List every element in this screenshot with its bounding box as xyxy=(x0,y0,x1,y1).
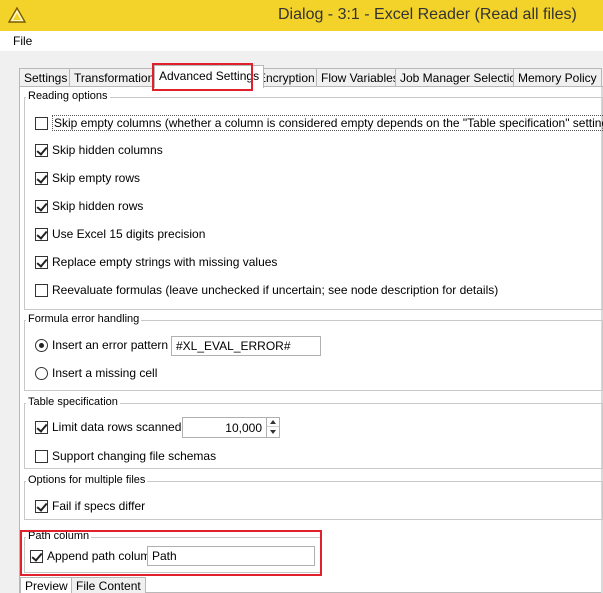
arrow-down-icon xyxy=(270,429,276,434)
limit-rows-spinner[interactable] xyxy=(182,417,280,438)
skip-empty-rows-label: Skip empty rows xyxy=(52,171,141,185)
arrow-up-icon xyxy=(270,420,276,424)
multiple-files-title: Options for multiple files xyxy=(26,474,148,486)
fail-if-specs-differ-label: Fail if specs differ xyxy=(52,499,146,513)
limit-rows-option[interactable]: Limit data rows scanned xyxy=(35,420,181,434)
excel-precision-option[interactable]: Use Excel 15 digits precision xyxy=(35,227,205,241)
path-column-title: Path column xyxy=(26,530,92,542)
fail-if-specs-differ-checkbox[interactable] xyxy=(35,499,48,513)
tab-settings[interactable]: Settings xyxy=(19,68,73,87)
skip-empty-rows-checkbox[interactable] xyxy=(35,171,48,185)
tab-job-manager-selection[interactable]: Job Manager Selection xyxy=(395,68,528,87)
reading-options-title: Reading options xyxy=(26,90,110,102)
support-changing-schemas-option[interactable]: Support changing file schemas xyxy=(35,449,216,463)
limit-rows-label: Limit data rows scanned xyxy=(52,420,182,434)
skip-hidden-columns-option[interactable]: Skip hidden columns xyxy=(35,143,163,157)
reevaluate-formulas-label: Reevaluate formulas (leave unchecked if … xyxy=(52,283,499,297)
replace-empty-strings-label: Replace empty strings with missing value… xyxy=(52,255,278,269)
append-path-column-option[interactable]: Append path column xyxy=(30,549,157,563)
insert-missing-cell-label: Insert a missing cell xyxy=(52,366,158,380)
reevaluate-formulas-option[interactable]: Reevaluate formulas (leave unchecked if … xyxy=(35,283,498,297)
insert-error-pattern-label: Insert an error pattern xyxy=(52,338,169,352)
excel-precision-label: Use Excel 15 digits precision xyxy=(52,227,206,241)
spinner-buttons xyxy=(266,418,279,437)
tab-transformation[interactable]: Transformation xyxy=(69,68,160,87)
title-bar: Dialog - 3:1 - Excel Reader (Read all fi… xyxy=(0,0,603,31)
limit-rows-input[interactable] xyxy=(183,418,265,437)
tab-advanced-settings[interactable]: Advanced Settings xyxy=(154,65,265,88)
append-path-column-label: Append path column xyxy=(47,549,158,563)
window-title: Dialog - 3:1 - Excel Reader (Read all fi… xyxy=(278,6,577,23)
append-path-column-checkbox[interactable] xyxy=(30,549,43,563)
limit-rows-checkbox[interactable] xyxy=(35,420,48,434)
insert-missing-cell-radio[interactable] xyxy=(35,366,48,380)
skip-empty-columns-label: Skip empty columns (whether a column is … xyxy=(52,115,603,131)
error-pattern-input[interactable] xyxy=(171,336,321,356)
replace-empty-strings-checkbox[interactable] xyxy=(35,255,48,269)
skip-hidden-columns-checkbox[interactable] xyxy=(35,143,48,157)
insert-error-pattern-option[interactable]: Insert an error pattern xyxy=(35,338,168,352)
fail-if-specs-differ-option[interactable]: Fail if specs differ xyxy=(35,499,145,513)
excel-precision-checkbox[interactable] xyxy=(35,227,48,241)
skip-hidden-rows-checkbox[interactable] xyxy=(35,199,48,213)
spinner-up-button[interactable] xyxy=(267,418,279,427)
skip-hidden-rows-option[interactable]: Skip hidden rows xyxy=(35,199,143,213)
insert-missing-cell-option[interactable]: Insert a missing cell xyxy=(35,366,157,380)
formula-error-title: Formula error handling xyxy=(26,313,142,325)
skip-hidden-rows-label: Skip hidden rows xyxy=(52,199,144,213)
support-changing-schemas-checkbox[interactable] xyxy=(35,449,48,463)
tab-memory-policy[interactable]: Memory Policy xyxy=(513,68,602,87)
skip-empty-columns-checkbox[interactable] xyxy=(35,116,48,130)
skip-empty-columns-option[interactable]: Skip empty columns (whether a column is … xyxy=(35,115,603,131)
reevaluate-formulas-checkbox[interactable] xyxy=(35,283,48,297)
tab-file-content[interactable]: File Content xyxy=(71,577,146,593)
tab-preview[interactable]: Preview xyxy=(20,577,73,593)
support-changing-schemas-label: Support changing file schemas xyxy=(52,449,217,463)
insert-error-pattern-radio[interactable] xyxy=(35,338,48,352)
skip-hidden-columns-label: Skip hidden columns xyxy=(52,143,163,157)
menu-file[interactable]: File xyxy=(13,34,32,48)
spinner-down-button[interactable] xyxy=(267,427,279,436)
skip-empty-rows-option[interactable]: Skip empty rows xyxy=(35,171,140,185)
knime-triangle-icon xyxy=(8,7,26,23)
path-column-name-input[interactable] xyxy=(147,546,315,566)
menu-bar: File xyxy=(0,31,603,51)
table-spec-title: Table specification xyxy=(26,396,120,408)
replace-empty-strings-option[interactable]: Replace empty strings with missing value… xyxy=(35,255,277,269)
tab-flow-variables[interactable]: Flow Variables xyxy=(316,68,404,87)
